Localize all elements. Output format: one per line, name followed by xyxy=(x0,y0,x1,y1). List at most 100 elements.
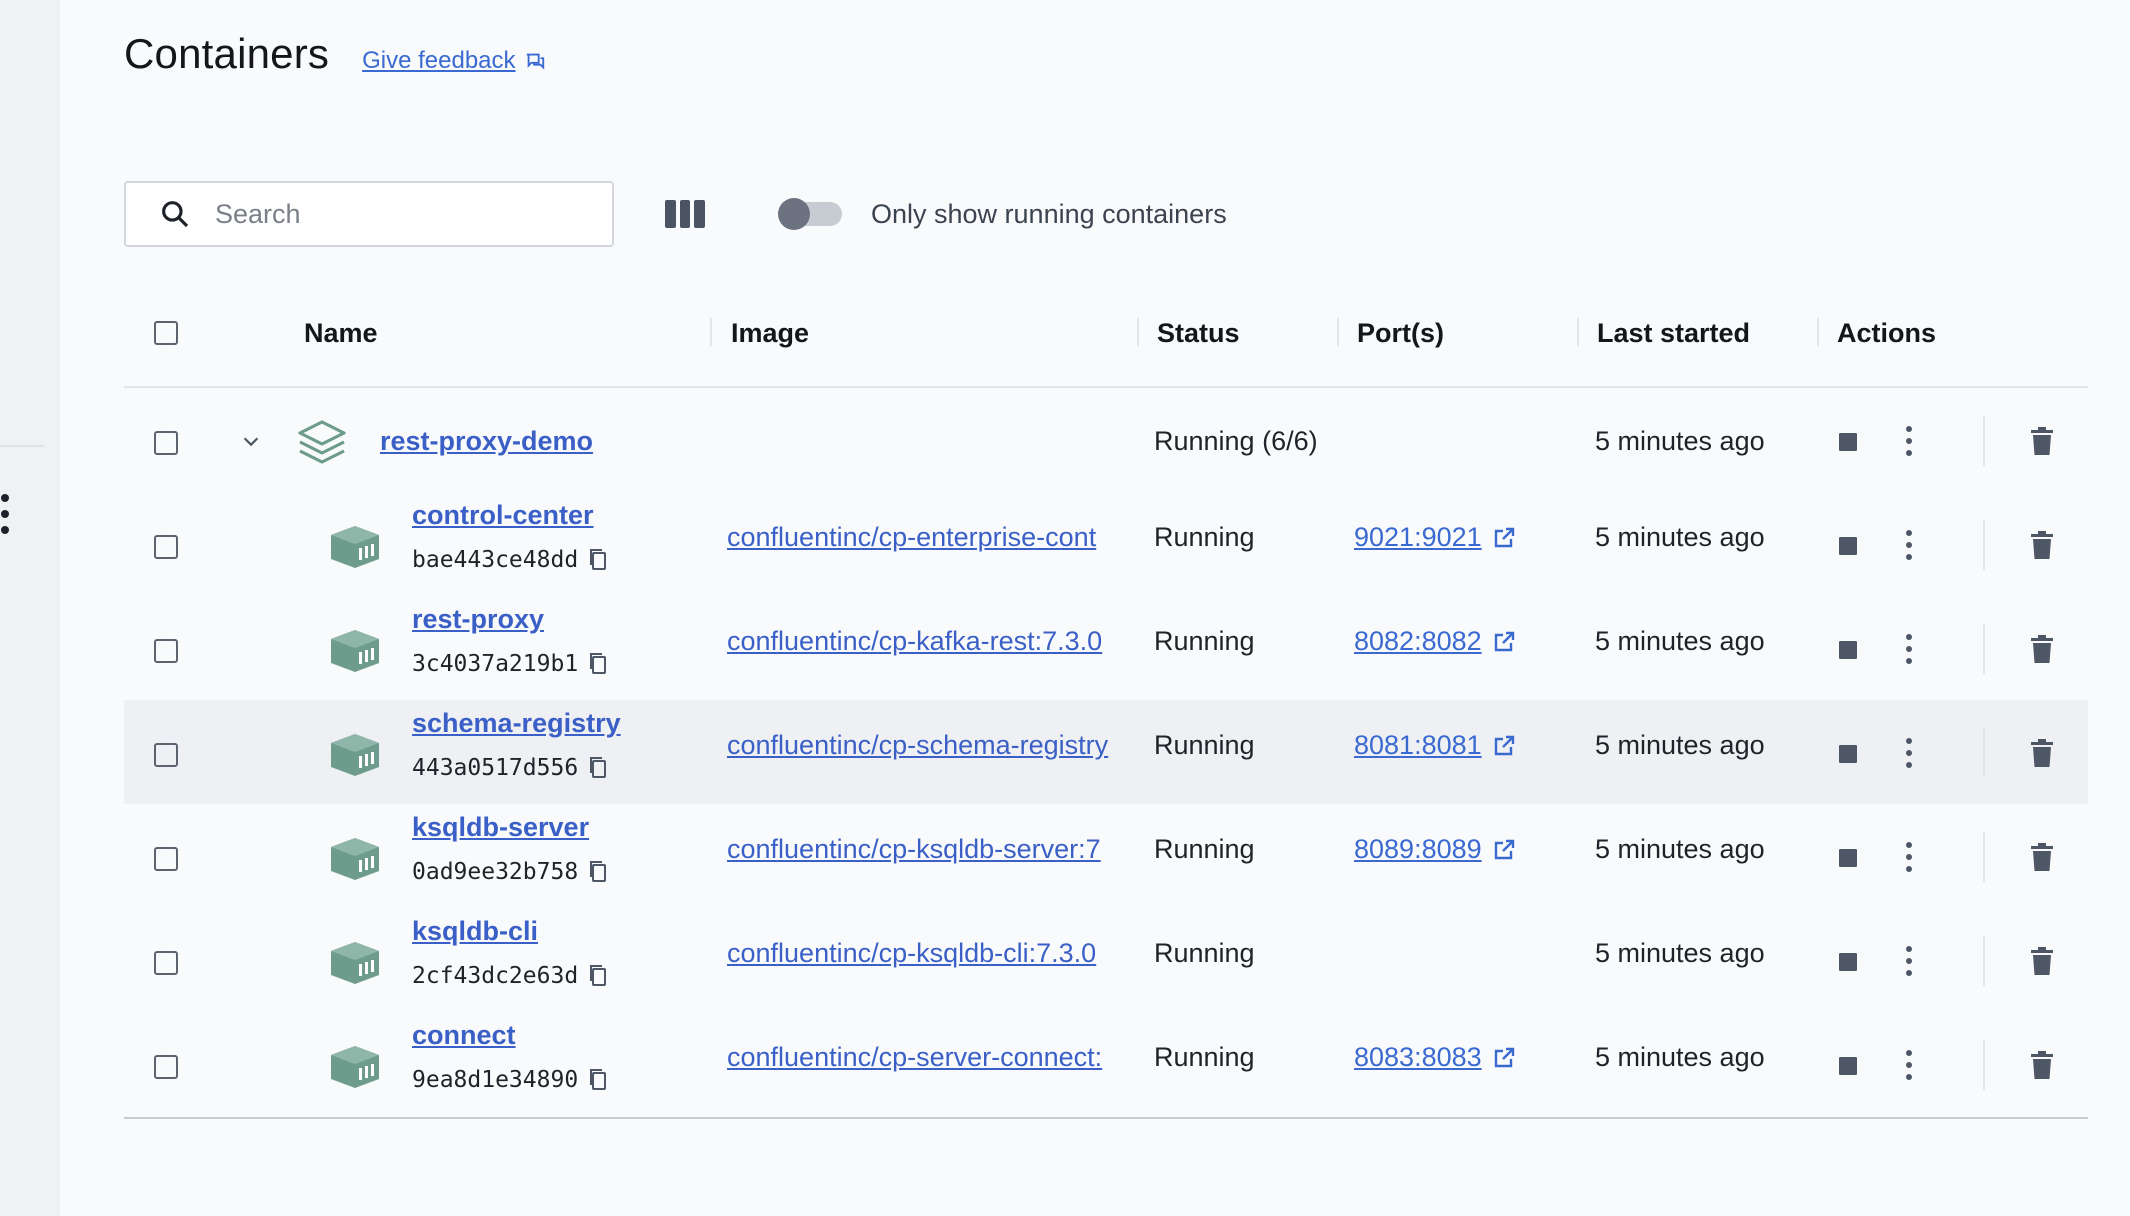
group-status: Running (6/6) xyxy=(1154,426,1318,456)
port-label: 8082:8082 xyxy=(1354,626,1482,656)
column-header-ports[interactable]: Port(s) xyxy=(1357,318,1444,349)
actions-divider xyxy=(1983,416,1985,466)
external-link-icon xyxy=(1494,527,1514,547)
column-divider[interactable] xyxy=(710,318,712,346)
copy-icon[interactable] xyxy=(588,755,608,779)
chevron-down-icon[interactable] xyxy=(240,430,262,452)
column-header-name[interactable]: Name xyxy=(304,318,378,349)
more-vertical-icon[interactable] xyxy=(1904,738,1914,768)
column-header-last-started[interactable]: Last started xyxy=(1597,318,1750,349)
container-name-link[interactable]: ksqldb-cli xyxy=(412,916,538,947)
stop-icon[interactable] xyxy=(1839,433,1857,451)
trash-icon[interactable] xyxy=(2030,426,2054,456)
container-row[interactable]: control-center bae443ce48dd confluentinc… xyxy=(124,492,2088,596)
trash-icon[interactable] xyxy=(2030,530,2054,560)
give-feedback-link[interactable]: Give feedback xyxy=(362,47,545,75)
compose-group-row[interactable]: rest-proxy-demo Running (6/6) 5 minutes … xyxy=(124,388,2088,492)
image-link[interactable]: confluentinc/cp-server-connect: xyxy=(727,1042,1137,1073)
copy-icon[interactable] xyxy=(588,859,608,883)
search-icon xyxy=(162,201,189,228)
rail-more-icon[interactable] xyxy=(0,494,10,534)
stop-icon[interactable] xyxy=(1839,953,1857,971)
container-icon xyxy=(331,838,379,880)
port-link[interactable]: 8081:8081 xyxy=(1354,730,1516,761)
trash-icon[interactable] xyxy=(2030,738,2054,768)
image-link[interactable]: confluentinc/cp-schema-registry xyxy=(727,730,1137,761)
group-name-link[interactable]: rest-proxy-demo xyxy=(380,426,593,457)
column-divider[interactable] xyxy=(1137,318,1139,346)
main-content: Containers Give feedback Only show runni… xyxy=(124,0,2088,1216)
port-label: 9021:9021 xyxy=(1354,522,1482,552)
container-name-link[interactable]: control-center xyxy=(412,500,594,531)
select-all-checkbox[interactable] xyxy=(154,321,178,345)
copy-icon[interactable] xyxy=(588,963,608,987)
container-row[interactable]: connect 9ea8d1e34890 confluentinc/cp-ser… xyxy=(124,1012,2088,1116)
actions-divider xyxy=(1983,624,1985,674)
container-status: Running xyxy=(1154,522,1255,552)
image-link[interactable]: confluentinc/cp-ksqldb-cli:7.3.0 xyxy=(727,938,1137,969)
containers-table: Name Image Status Port(s) Last started A… xyxy=(124,298,2088,1116)
trash-icon[interactable] xyxy=(2030,1050,2054,1080)
copy-icon[interactable] xyxy=(588,547,608,571)
container-row[interactable]: ksqldb-cli 2cf43dc2e63d confluentinc/cp-… xyxy=(124,908,2088,1012)
table-header: Name Image Status Port(s) Last started A… xyxy=(124,298,2088,388)
trash-icon[interactable] xyxy=(2030,634,2054,664)
more-vertical-icon[interactable] xyxy=(1904,1050,1914,1080)
container-icon xyxy=(331,630,379,672)
row-checkbox[interactable] xyxy=(154,431,178,455)
row-checkbox[interactable] xyxy=(154,639,178,663)
port-label: 8089:8089 xyxy=(1354,834,1482,864)
search-box[interactable] xyxy=(124,181,614,247)
container-name-link[interactable]: rest-proxy xyxy=(412,604,544,635)
container-row[interactable]: rest-proxy 3c4037a219b1 confluentinc/cp-… xyxy=(124,596,2088,700)
more-vertical-icon[interactable] xyxy=(1904,634,1914,664)
container-name-link[interactable]: schema-registry xyxy=(412,708,621,739)
row-checkbox[interactable] xyxy=(154,743,178,767)
image-link[interactable]: confluentinc/cp-kafka-rest:7.3.0 xyxy=(727,626,1137,657)
copy-icon[interactable] xyxy=(588,651,608,675)
stop-icon[interactable] xyxy=(1839,745,1857,763)
column-header-image[interactable]: Image xyxy=(731,318,809,349)
trash-icon[interactable] xyxy=(2030,946,2054,976)
stop-icon[interactable] xyxy=(1839,849,1857,867)
row-checkbox[interactable] xyxy=(154,535,178,559)
container-row[interactable]: ksqldb-server 0ad9ee32b758 confluentinc/… xyxy=(124,804,2088,908)
stop-icon[interactable] xyxy=(1839,537,1857,555)
columns-icon[interactable] xyxy=(665,197,706,231)
container-name-link[interactable]: ksqldb-server xyxy=(412,812,589,843)
container-row[interactable]: schema-registry 443a0517d556 confluentin… xyxy=(124,700,2088,804)
column-divider[interactable] xyxy=(1337,318,1339,346)
stop-icon[interactable] xyxy=(1839,1057,1857,1075)
container-name-link[interactable]: connect xyxy=(412,1020,516,1051)
external-link-icon xyxy=(1494,1047,1514,1067)
copy-icon[interactable] xyxy=(588,1067,608,1091)
port-link[interactable]: 8083:8083 xyxy=(1354,1042,1516,1073)
container-id: 443a0517d556 xyxy=(412,755,579,781)
column-header-actions: Actions xyxy=(1837,318,1937,348)
container-rows: control-center bae443ce48dd confluentinc… xyxy=(124,492,2088,1116)
stop-icon[interactable] xyxy=(1839,641,1857,659)
container-status: Running xyxy=(1154,938,1255,968)
image-link[interactable]: confluentinc/cp-ksqldb-server:7 xyxy=(727,834,1137,865)
more-vertical-icon[interactable] xyxy=(1904,426,1914,456)
row-checkbox[interactable] xyxy=(154,951,178,975)
image-link[interactable]: confluentinc/cp-enterprise-cont xyxy=(727,522,1137,553)
container-id: bae443ce48dd xyxy=(412,547,579,573)
column-divider[interactable] xyxy=(1577,318,1579,346)
row-checkbox[interactable] xyxy=(154,1055,178,1079)
container-last-started: 5 minutes ago xyxy=(1595,938,1765,968)
more-vertical-icon[interactable] xyxy=(1904,842,1914,872)
column-divider[interactable] xyxy=(1817,318,1819,346)
more-vertical-icon[interactable] xyxy=(1904,946,1914,976)
search-input[interactable] xyxy=(215,198,595,230)
port-link[interactable]: 9021:9021 xyxy=(1354,522,1516,553)
more-vertical-icon[interactable] xyxy=(1904,530,1914,560)
column-header-status[interactable]: Status xyxy=(1157,318,1240,349)
port-link[interactable]: 8089:8089 xyxy=(1354,834,1516,865)
feedback-icon xyxy=(526,53,544,70)
only-running-toggle[interactable] xyxy=(778,198,842,230)
row-checkbox[interactable] xyxy=(154,847,178,871)
left-rail xyxy=(0,0,60,1216)
port-link[interactable]: 8082:8082 xyxy=(1354,626,1516,657)
trash-icon[interactable] xyxy=(2030,842,2054,872)
